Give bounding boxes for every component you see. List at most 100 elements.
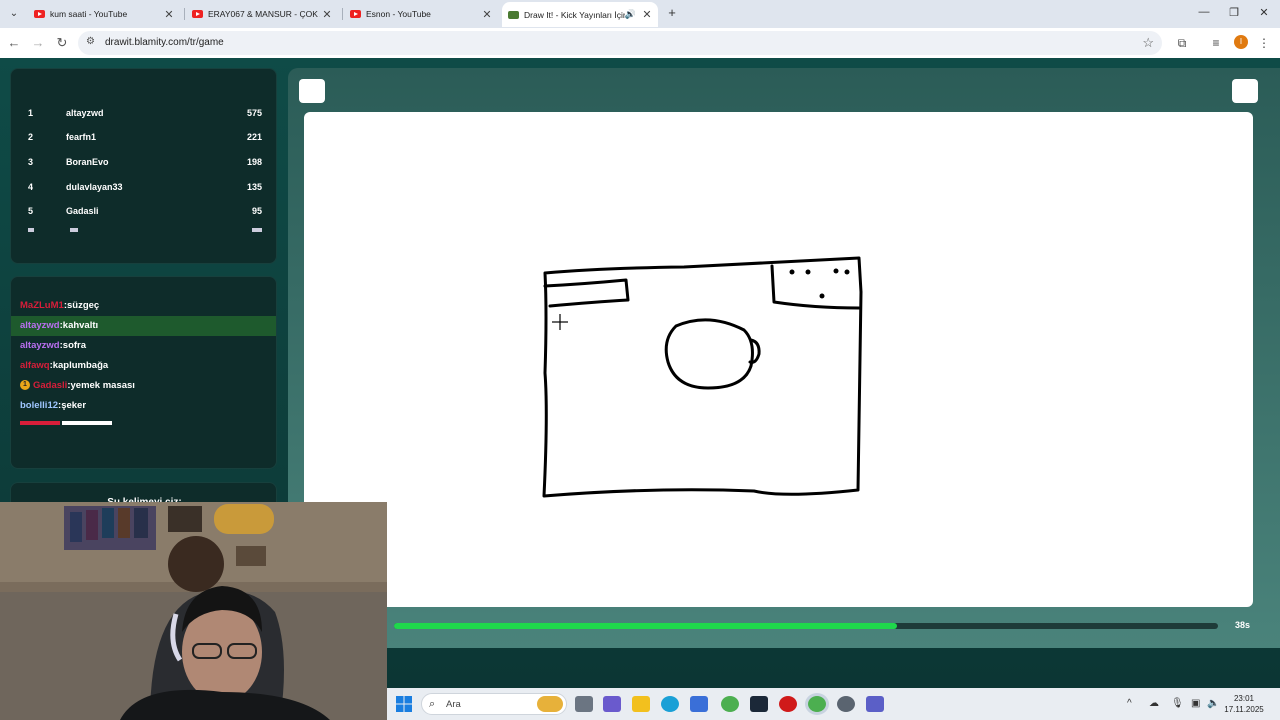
tab-separator [184,8,185,20]
chat-text: kaplumbağa [52,360,109,371]
tray-chevron-icon[interactable]: ^ [1127,698,1132,709]
windows-logo-svg [396,696,412,712]
onedrive-icon[interactable]: ☁ [1149,698,1159,709]
tab-separator [342,8,343,20]
close-icon[interactable]: ✕ [162,8,176,21]
restore-icon[interactable]: ❐ [1224,6,1244,19]
leaderboard-row: 1 altayzwd 575 [11,103,276,123]
tab-strip: ⌄ kum saati - YouTube ✕ ERAY067 & MANSUR… [0,0,1280,28]
menu-kebab-icon[interactable]: ⋮ [1256,35,1272,51]
webcam-feed [0,502,387,720]
tab-kum-saati[interactable]: kum saati - YouTube ✕ [28,3,180,25]
back-arrow-icon[interactable]: ← [6,35,22,51]
edge-icon[interactable] [661,696,679,712]
rank: 1 [28,108,34,118]
media-control-icon[interactable]: ≡ [1208,35,1224,51]
windows-start-icon[interactable] [395,695,413,713]
player-name: Gadasli [66,206,99,216]
drawing-svg [542,256,863,498]
speaker-icon[interactable]: 🔊 [625,9,636,20]
rank: 4 [28,182,34,192]
address-bar[interactable]: ⚙ drawit.blamity.com/tr/game ☆ [78,31,1162,55]
chat-message: altayzwd:sofra [20,340,87,351]
steam-icon[interactable] [750,696,768,712]
round-timer-fill [394,623,897,629]
close-icon[interactable]: ✕ [480,8,494,21]
taskbar-clock[interactable]: 23:01 17.11.2025 [1216,693,1272,715]
chat-message-clipped [11,420,276,425]
top-right-button[interactable] [1232,79,1258,103]
player-score: 95 [251,206,262,216]
chrome-active-icon[interactable] [808,696,826,712]
message-fragment [62,421,112,425]
player-score: 575 [246,108,262,118]
close-icon[interactable]: ✕ [320,8,334,21]
file-explorer-icon[interactable] [632,696,650,712]
tab-draw-it[interactable]: Draw It! - Kick Yayınları İçin 🔊 ✕ [502,2,658,27]
minimize-icon[interactable]: — [1194,6,1214,18]
chat-panel: MaZLuM1:süzgeç altayzwd:kahvaltı altayzw… [10,276,277,469]
extensions-icon[interactable]: ⧉ [1174,35,1190,51]
tab-esnon[interactable]: Esnon - YouTube ✕ [344,3,498,25]
chat-text: süzgeç [66,300,100,311]
chat-message: MaZLuM1:süzgeç [20,300,100,311]
player-name: BoranEvo [66,157,109,167]
chat-text: sofra [62,340,87,351]
leaderboard-row: 5 Gadasli 95 [11,201,276,221]
tab-search-chevron-icon[interactable]: ⌄ [6,6,22,22]
window-close-icon[interactable]: ✕ [1254,6,1274,19]
drawing-dot [805,269,811,275]
new-tab-plus-icon[interactable]: + [664,5,680,21]
username-fragment [20,421,60,425]
tab-title: Draw It! - Kick Yayınları İçin [524,9,625,20]
store-icon[interactable] [690,696,708,712]
rank: 3 [28,157,34,167]
search-icon: ⌕ [429,698,436,710]
player-name: dulavlayan33 [66,182,123,192]
player-score: 135 [246,182,262,192]
subscriber-badge-icon: 1 [20,380,30,391]
drawing-dot [819,293,825,299]
clock-time: 23:01 [1233,694,1255,703]
taskbar-search[interactable]: ⌕ Ara [421,693,567,715]
leaderboard-row: 4 dulavlayan33 135 [11,177,276,197]
chat-message-highlighted: altayzwd:kahvaltı [11,316,276,336]
chat-text: yemek masası [70,380,135,391]
youtube-icon [192,10,203,18]
top-left-button[interactable] [299,79,325,103]
opera-icon[interactable] [779,696,797,712]
site-info-icon[interactable]: ⚙ [86,36,95,47]
profile-avatar[interactable]: I [1234,35,1248,49]
forward-arrow-icon[interactable]: → [30,35,46,51]
tab-eray067[interactable]: ERAY067 & MANSUR - ÇOK AĞ ✕ [186,3,338,25]
close-icon[interactable]: ✕ [640,8,654,21]
chat-text: kahvaltı [62,320,99,331]
chat-text: şeker [61,400,87,411]
microphone-icon[interactable]: 🎙 [1171,698,1184,709]
crosshair-cursor-icon [552,314,568,330]
chat-username: bolelli12 [20,400,59,411]
app-icon[interactable] [837,696,855,712]
task-view-icon[interactable] [575,696,593,712]
widgets-icon[interactable] [603,696,621,712]
youtube-icon [34,10,45,18]
reload-icon[interactable]: ↻ [54,35,70,51]
bookmark-star-icon[interactable]: ☆ [1142,35,1154,51]
windows-taskbar: ⌕ Ara ^ ☁ 🎙 ▣ 🔈 23:01 17.11.2025 [387,688,1280,720]
drawing-canvas[interactable] [304,112,1253,607]
tab-title: kum saati - YouTube [50,9,128,19]
chat-username: MaZLuM1 [20,300,64,311]
leaderboard-panel: 1 altayzwd 575 2 fearfn1 221 3 BoranEvo … [10,68,277,264]
round-timer-text: 38s [1234,620,1250,630]
rank: 2 [28,132,34,142]
search-highlight-icon [537,696,563,712]
chat-message: alfawq:kaplumbağa [20,360,109,371]
teams-icon[interactable] [866,696,884,712]
browser-toolbar: ← → ↻ ⚙ drawit.blamity.com/tr/game ☆ ⧉ ≡… [0,28,1280,58]
drawing-stroke-box [542,256,863,498]
url-text[interactable]: drawit.blamity.com/tr/game [105,37,224,48]
player-score: 221 [246,132,262,142]
network-icon[interactable]: ▣ [1191,698,1200,709]
drawing-stroke-left-tab [543,278,630,308]
chrome-icon[interactable] [721,696,739,712]
